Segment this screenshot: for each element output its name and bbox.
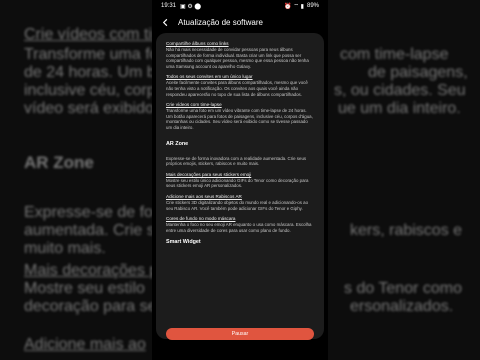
section-text: Crie stickers 3D digitalizando objetos d… (166, 199, 309, 211)
section-share-albums: Compartilhe álbuns como links Não há mai… (166, 41, 314, 69)
bg-line: kers, rabiscos e (350, 222, 463, 239)
section-invites: Todos os seus convites em um único lugar… (166, 74, 314, 97)
section-time-lapse: Crie vídeos com time-lapse Transforme um… (166, 102, 314, 130)
section-text: Aceite facilmente convites para álbuns c… (166, 80, 308, 97)
bg-line: muito mais. (24, 240, 106, 257)
page-title: Atualização de software (178, 17, 263, 27)
status-left: 19:31 ▣ ⚙ ⬤ (161, 3, 201, 10)
footer: Pausar (152, 328, 328, 342)
section-emoji-stickers: Mais decorações para seus stickers emoji… (166, 172, 314, 189)
status-time: 19:31 (161, 3, 177, 9)
bg-line: Transforme uma fot (24, 46, 164, 63)
bg-line: s do Tenor como (344, 280, 462, 297)
bg-line: vídeo será exibido (24, 100, 154, 117)
bg-line: inclusive céu, corp (24, 82, 156, 99)
section-text: Não há mais necessidade de convidar pess… (166, 47, 309, 69)
status-right: ⏰ ⌔ ▮ 89% (284, 2, 319, 10)
bg-line: de 24 horas. Um b (24, 64, 156, 81)
bg-line: AR Zone (24, 153, 94, 172)
bg-line: com time-lapse (340, 46, 449, 63)
ar-zone-heading: AR Zone (166, 140, 189, 147)
pause-button[interactable]: Pausar (166, 328, 314, 340)
phone-screen: 19:31 ▣ ⚙ ⬤ ⏰ ⌔ ▮ 89% Atualização de sof… (152, 0, 328, 360)
release-notes-card[interactable]: Compartilhe álbuns como links Não há mai… (156, 33, 324, 339)
section-text: Transforme uma foto em um vídeo vibrante… (166, 108, 313, 130)
bg-line: ue um dia inteiro. (338, 100, 461, 117)
section-ar-doodles: Adicione mais aos seus Rabiscos AR Crie … (166, 194, 314, 211)
bg-line: Adicione mais ao (24, 336, 146, 353)
battery-level: 89% (306, 3, 319, 9)
bg-line: de paisagens, (368, 64, 468, 81)
section-text: Mostre seu estilo único adicionando GIFs… (166, 177, 309, 189)
bg-line: Mais decorações p (24, 262, 159, 279)
section-mask-mode: Cores de fundo no modo máscara Mantenha … (166, 216, 314, 233)
bg-line: s, ou cidades. Seu (334, 82, 466, 99)
smart-widget-heading: Smart Widget (166, 239, 201, 246)
bg-line: ersonalizados. (350, 298, 454, 315)
notification-icons: ▣ ⚙ ⬤ (180, 3, 202, 10)
footer-area (152, 340, 328, 360)
back-arrow-icon[interactable] (160, 17, 170, 27)
section-text: Mantenha o foco no seu emoji AR enquanto… (166, 222, 312, 233)
status-bar: 19:31 ▣ ⚙ ⬤ ⏰ ⌔ ▮ 89% (152, 0, 328, 12)
ar-intro: Expresse-se de forma inovadora com a rea… (166, 156, 314, 167)
section-text: Expresse-se de forma inovadora com a rea… (166, 155, 307, 167)
bg-line: aumentada. Crie s (24, 222, 155, 239)
bg-line: decoração para se (24, 298, 157, 315)
system-icons: ⏰ ⌔ ▮ (284, 4, 304, 10)
app-bar: Atualização de software (152, 12, 328, 32)
bg-line: Mostre seu estilo (24, 280, 145, 297)
bg-line: Expresse-se de for (24, 204, 159, 221)
